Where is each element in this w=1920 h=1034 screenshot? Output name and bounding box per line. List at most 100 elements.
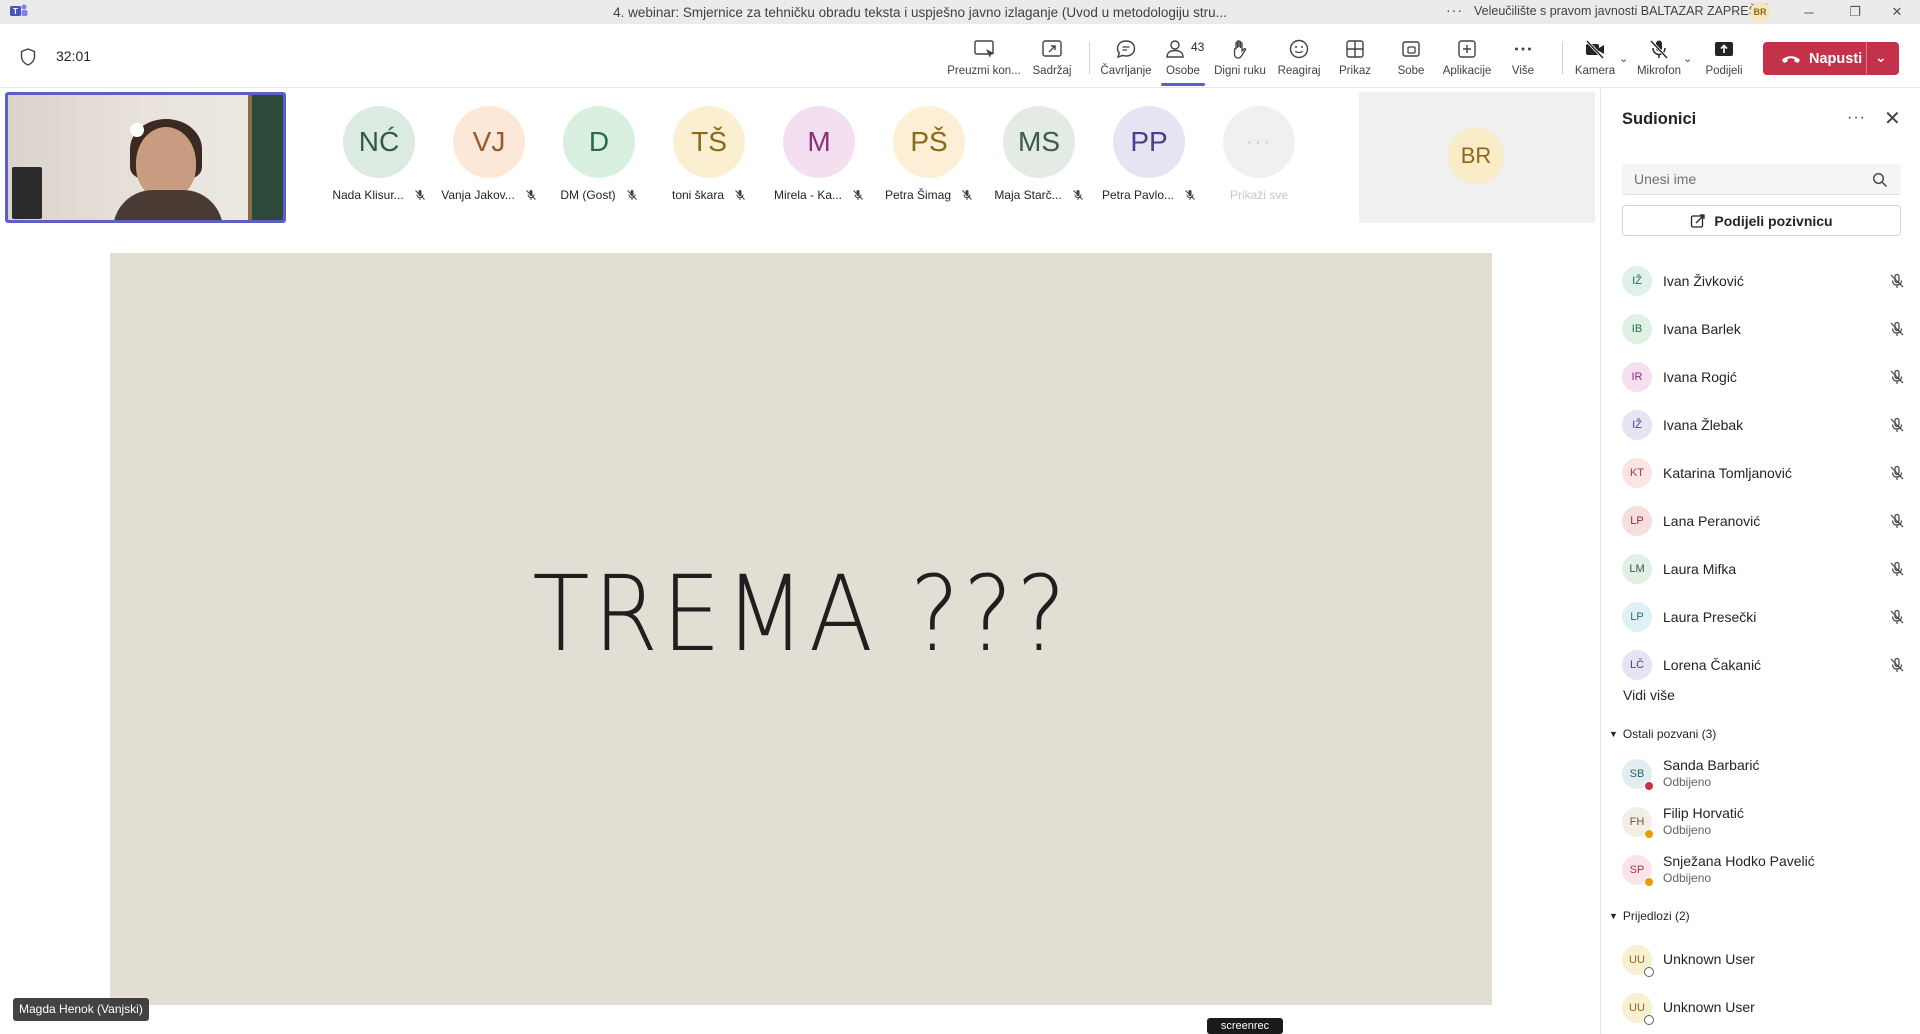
show-all-participants-button[interactable]: ··· Prikaži sve [1204, 106, 1314, 202]
attendee-name: Ivana Žlebak [1663, 417, 1744, 433]
take-control-button[interactable]: Preuzmi kon... [947, 34, 1021, 84]
window-title: 4. webinar: Smjernice za tehničku obradu… [613, 4, 1227, 20]
view-button[interactable]: Prikaz [1323, 34, 1387, 84]
microphone-off-icon [1649, 39, 1669, 60]
leave-button[interactable]: Napusti ⌄ [1763, 42, 1899, 75]
take-control-label: Preuzmi kon... [947, 65, 1021, 77]
suggestion-row[interactable]: UU Unknown User [1601, 939, 1920, 983]
more-actions-button[interactable]: Više [1491, 34, 1555, 84]
title-bar: T 4. webinar: Smjernice za tehničku obra… [0, 0, 1920, 24]
attendee-avatar: LČ [1622, 650, 1652, 680]
invited-row[interactable]: SB Sanda Barbarić Odbijeno [1601, 753, 1920, 797]
participant-tile[interactable]: VJ Vanja Jakov... [434, 106, 544, 202]
status-dot-icon [1644, 781, 1654, 791]
participant-tile[interactable]: TŠ toni škara [654, 106, 764, 202]
share-button[interactable]: Podijeli [1692, 34, 1756, 84]
leave-options-chevron-icon[interactable]: ⌄ [1875, 49, 1887, 66]
br-participant-tile[interactable]: BR [1359, 92, 1595, 223]
people-button[interactable]: 43 Osobe [1151, 34, 1215, 84]
attendee-row[interactable]: LP Lana Peranović [1601, 501, 1920, 541]
br-avatar: BR [1448, 128, 1504, 184]
account-avatar[interactable]: BR [1750, 2, 1770, 22]
minimize-button[interactable]: ─ [1786, 0, 1832, 24]
svg-text:T: T [13, 7, 18, 16]
content-button[interactable]: Sadržaj [1020, 34, 1084, 84]
attendee-row[interactable]: IR Ivana Rogić [1601, 357, 1920, 397]
participant-tile[interactable]: NĆ Nada Klisur... [324, 106, 434, 202]
mic-off-icon [962, 190, 972, 200]
panel-close-button[interactable]: ✕ [1884, 106, 1901, 131]
invited-row[interactable]: FH Filip Horvatić Odbijeno [1601, 801, 1920, 845]
mic-off-icon [1890, 513, 1904, 528]
suggestion-name: Unknown User [1663, 951, 1755, 967]
share-screen-icon [1715, 42, 1733, 56]
participant-tile[interactable]: M Mirela - Ka... [764, 106, 874, 202]
attendee-avatar: IŽ [1622, 410, 1652, 440]
participant-tile[interactable]: PŠ Petra Šimag [874, 106, 984, 202]
rooms-button[interactable]: Sobe [1379, 34, 1443, 84]
more-horizontal-icon [1515, 47, 1531, 51]
invited-name: Sanda Barbarić [1663, 757, 1760, 773]
microphone-button[interactable]: Mikrofon [1627, 34, 1691, 84]
share-invite-button[interactable]: Podijeli pozivnicu [1622, 205, 1901, 236]
panel-more-options-button[interactable]: ··· [1847, 109, 1866, 127]
suggestions-section-header[interactable]: ▼ Prijedlozi (2) [1609, 909, 1690, 923]
self-video-tile[interactable] [5, 92, 286, 223]
see-more-link[interactable]: Vidi više [1623, 687, 1675, 703]
share-label: Podijeli [1705, 65, 1743, 77]
raise-hand-button[interactable]: Digni ruku [1208, 34, 1272, 84]
mic-off-icon [525, 190, 536, 200]
people-icon [1166, 40, 1184, 58]
mic-off-icon [1185, 190, 1195, 200]
leave-label: Napusti [1809, 50, 1863, 67]
apps-button[interactable]: Aplikacije [1435, 34, 1499, 84]
participant-search-input[interactable] [1634, 171, 1864, 187]
search-icon[interactable] [1872, 172, 1888, 188]
mic-off-icon [414, 190, 425, 200]
participant-name: Petra Šimag [884, 188, 952, 202]
show-all-label: Prikaži sve [1229, 188, 1288, 202]
attendee-row[interactable]: IB Ivana Barlek [1601, 309, 1920, 349]
suggestion-row[interactable]: UU Unknown User [1601, 987, 1920, 1031]
title-more-button[interactable]: ··· [1446, 2, 1463, 18]
attendee-row[interactable]: LČ Lorena Čakanić [1601, 645, 1920, 685]
invited-status: Odbijeno [1663, 871, 1712, 885]
attendee-row[interactable]: IŽ Ivan Živković [1601, 261, 1920, 301]
close-window-button[interactable]: ✕ [1874, 0, 1920, 24]
collapse-triangle-icon: ▼ [1609, 729, 1618, 739]
attendee-row[interactable]: LP Laura Presečki [1601, 597, 1920, 637]
attendee-row[interactable]: KT Katarina Tomljanović [1601, 453, 1920, 493]
mic-off-icon [1890, 657, 1904, 672]
invited-section-header[interactable]: ▼ Ostali pozvani (3) [1609, 727, 1716, 741]
participant-tile[interactable]: PP Petra Pavlo... [1094, 106, 1204, 202]
attendee-name: Ivana Barlek [1663, 321, 1741, 337]
status-dot-icon [1644, 877, 1654, 887]
react-button[interactable]: Reagiraj [1267, 34, 1331, 84]
camera-button[interactable]: Kamera [1563, 34, 1627, 84]
invited-status: Odbijeno [1663, 775, 1712, 789]
mic-off-icon [1890, 273, 1904, 288]
microphone-label: Mikrofon [1636, 65, 1682, 77]
meeting-timer: 32:01 [56, 48, 92, 64]
participant-search[interactable] [1622, 164, 1901, 195]
attendee-row[interactable]: IŽ Ivana Žlebak [1601, 405, 1920, 445]
restore-button[interactable]: ❐ [1832, 0, 1878, 24]
attendee-row[interactable]: LM Laura Mifka [1601, 549, 1920, 589]
mic-off-icon [1890, 561, 1904, 576]
chat-button[interactable]: Čavrljanje [1094, 34, 1158, 84]
chat-icon [1116, 40, 1136, 59]
teams-logo-icon: T [10, 4, 28, 16]
attendee-name: Ivana Rogić [1663, 369, 1737, 385]
mic-off-icon [1890, 465, 1904, 480]
view-label: Prikaz [1339, 65, 1371, 77]
participant-tile[interactable]: D DM (Gost) [544, 106, 654, 202]
emoji-icon [1289, 39, 1309, 59]
invited-row[interactable]: SP Snježana Hodko Pavelić Odbijeno [1601, 849, 1920, 893]
attendee-avatar: LP [1622, 602, 1652, 632]
participant-tile[interactable]: MS Maja Starč... [984, 106, 1094, 202]
participant-avatar: PP [1113, 106, 1185, 178]
microphone-options-chevron-icon[interactable]: ⌄ [1683, 52, 1692, 65]
invited-name: Filip Horvatić [1663, 805, 1744, 821]
mic-off-icon [1072, 190, 1083, 200]
shield-icon [20, 48, 36, 66]
